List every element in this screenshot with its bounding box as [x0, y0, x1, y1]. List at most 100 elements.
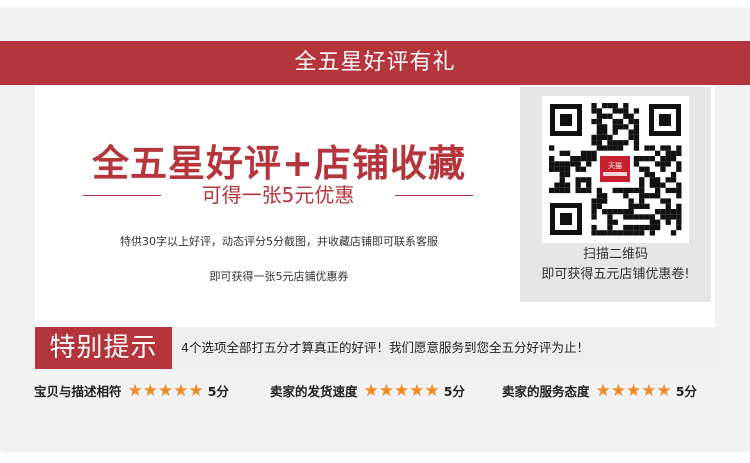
qr-module: [649, 182, 655, 188]
qr-module: [602, 129, 608, 135]
qr-module: [596, 145, 602, 151]
qr-module: [676, 209, 682, 215]
qr-module: [649, 145, 655, 151]
qr-module: [586, 182, 592, 188]
qr-module: [570, 156, 576, 162]
qr-module: [586, 187, 592, 194]
qr-module: [628, 203, 634, 209]
qr-module: [617, 108, 624, 114]
qr-module: [591, 230, 597, 236]
qr-module: [591, 224, 597, 231]
qr-module: [628, 198, 634, 204]
qr-badge-text: 天猫: [608, 161, 622, 170]
qr-module: [649, 224, 655, 231]
rating-label: 卖家的发货速度: [270, 384, 358, 399]
qr-caption-line-2: 即可获得五元店铺优惠卷!: [541, 267, 690, 282]
qr-module: [554, 166, 560, 172]
qr-module: [660, 198, 666, 204]
qr-module: [549, 187, 555, 194]
qr-module: [612, 230, 618, 236]
qr-module: [612, 129, 618, 135]
qr-module: [649, 156, 655, 162]
qr-module: [639, 224, 645, 231]
qr-module: [670, 230, 677, 236]
star-rating-icon: ★★★★★: [127, 381, 204, 401]
qr-module: [670, 171, 677, 178]
qr-module: [660, 182, 666, 188]
qr-module: [676, 219, 682, 225]
rating-score: 5分: [207, 384, 229, 399]
qr-module: [575, 166, 581, 172]
qr-module: [607, 113, 613, 119]
rating-label: 卖家的服务态度: [502, 384, 590, 399]
rating-item-shipping: 卖家的发货速度 ★★★★★ 5分: [270, 378, 465, 404]
qr-module: [665, 187, 671, 194]
qr-module: [655, 161, 661, 167]
qr-module: [676, 214, 682, 220]
qr-module: [559, 166, 565, 172]
qr-module: [591, 203, 597, 209]
qr-module: [617, 118, 624, 125]
qr-module: [665, 209, 671, 215]
qr-module: [607, 145, 613, 151]
qr-module: [660, 166, 666, 172]
qr-module: [602, 134, 608, 141]
qr-module: [670, 177, 677, 183]
qr-module: [549, 156, 555, 162]
qr-module: [596, 187, 602, 194]
qr-module: [591, 134, 597, 141]
qr-module: [660, 156, 666, 162]
qr-module: [607, 230, 613, 236]
qr-module: [644, 203, 650, 209]
qr-module: [559, 161, 565, 167]
qr-module: [596, 113, 602, 119]
qr-module: [607, 140, 613, 146]
qr-module: [649, 219, 655, 225]
promo-subline: 可得一张5元优惠: [83, 183, 473, 207]
qr-module: [633, 108, 640, 114]
qr-module: [665, 214, 671, 220]
qr-module: [612, 145, 618, 151]
qr-module: [639, 177, 645, 183]
rating-score: 5分: [443, 384, 465, 399]
qr-module: [676, 150, 682, 156]
qr-module: [617, 187, 624, 194]
qr-module: [586, 161, 592, 167]
qr-module: [655, 187, 661, 194]
qr-module: [575, 177, 581, 183]
qr-module: [633, 134, 640, 141]
qr-module: [580, 177, 587, 183]
qr-module: [591, 118, 597, 125]
qr-module: [639, 182, 645, 188]
qr-module: [639, 214, 645, 220]
qr-module: [676, 224, 682, 231]
qr-module: [676, 182, 682, 188]
qr-module: [660, 161, 666, 167]
qr-module: [617, 140, 624, 146]
qr-module: [612, 140, 618, 146]
qr-module: [554, 187, 560, 194]
qr-module: [633, 156, 640, 162]
divider-right: [395, 195, 473, 196]
qr-module: [623, 108, 629, 114]
qr-module: [644, 214, 650, 220]
qr-module: [670, 187, 677, 194]
qr-module: [639, 166, 645, 172]
qr-module: [596, 198, 602, 204]
qr-module: [580, 156, 587, 162]
qr-module: [623, 140, 629, 146]
qr-module: [559, 182, 565, 188]
qr-module: [580, 187, 587, 194]
qr-module: [660, 209, 666, 215]
qr-module: [612, 103, 618, 109]
qr-module: [575, 161, 581, 167]
qr-module: [665, 150, 671, 156]
header-banner: 全五星好评有礼: [0, 41, 750, 85]
qr-module: [591, 103, 597, 109]
qr-module: [628, 224, 634, 231]
qr-module: [633, 187, 640, 194]
description-line-1: 特供30字以上好评，动态评分5分截图，并收藏店铺即可联系客服: [120, 235, 438, 248]
qr-code[interactable]: 天猫: [542, 96, 689, 243]
qr-module: [623, 209, 629, 215]
qr-module: [660, 214, 666, 220]
